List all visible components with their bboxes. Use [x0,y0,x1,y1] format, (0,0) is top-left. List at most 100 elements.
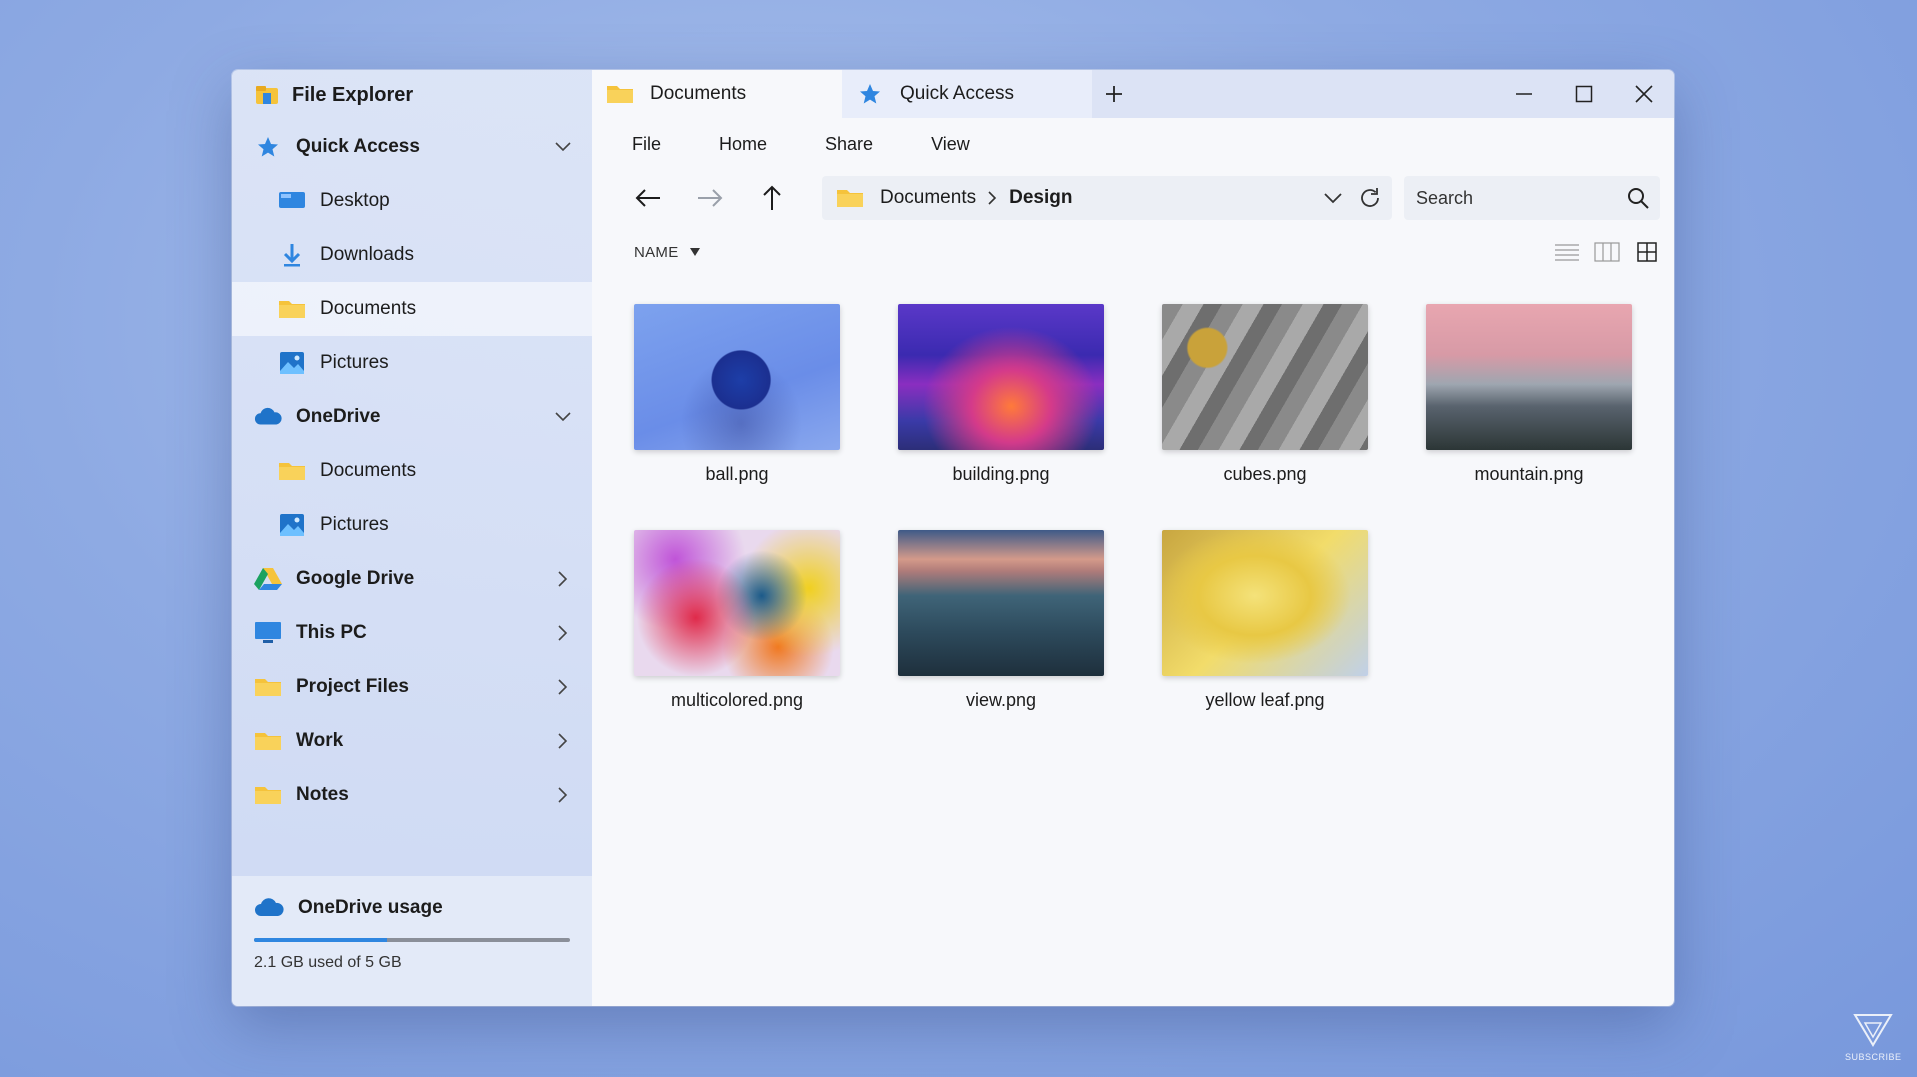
view-bar: NAME [592,226,1674,278]
file-item[interactable]: building.png [898,304,1104,485]
chevron-down-icon[interactable] [552,136,574,158]
file-explorer-icon [256,86,278,104]
download-icon [278,242,306,268]
file-item[interactable]: cubes.png [1162,304,1368,485]
sidebar-item-quick-access[interactable]: Quick Access [232,120,592,174]
thumbnail-view [898,530,1104,676]
search-box [1404,176,1660,220]
grid-view-icon [1637,242,1657,262]
menu-share[interactable]: Share [825,134,873,155]
sidebar-item-label: Google Drive [296,568,415,589]
sidebar-item-label: Project Files [296,676,409,697]
refresh-icon[interactable] [1358,186,1382,210]
chevron-right-icon [988,191,997,205]
breadcrumb-documents[interactable]: Documents [880,187,976,209]
sidebar-item-label: Pictures [320,514,389,535]
pictures-icon [278,512,306,538]
menu-view[interactable]: View [931,134,970,155]
file-item[interactable]: multicolored.png [634,530,840,711]
breadcrumb-design[interactable]: Design [1009,187,1072,209]
sidebar-item-label: Downloads [320,244,414,265]
main-pane: Documents Quick Access File Home Share V… [592,70,1674,1006]
back-button[interactable] [628,178,668,218]
thumbnail-building [898,304,1104,450]
usage-title: OneDrive usage [254,894,570,922]
search-icon[interactable] [1626,186,1650,210]
file-name: mountain.png [1474,464,1584,484]
sidebar-item-onedrive-documents[interactable]: Documents [232,444,592,498]
chevron-right-icon[interactable] [552,568,574,590]
sidebar-item-google-drive[interactable]: Google Drive [232,552,592,606]
close-button[interactable] [1614,70,1674,118]
window-controls [1494,70,1674,118]
file-explorer-window: File Explorer Quick Access Desktop Downl… [232,70,1674,1006]
desktop-icon [278,188,306,214]
list-view-button[interactable] [1554,240,1580,264]
menu-file[interactable]: File [632,134,661,155]
thumbnail-mountain [1426,304,1632,450]
menu-bar: File Home Share View [592,118,1674,170]
file-name: building.png [952,464,1050,484]
pictures-icon [278,350,306,376]
sidebar-item-onedrive-pictures[interactable]: Pictures [232,498,592,552]
menu-home[interactable]: Home [719,134,767,155]
thumbnail-multicolored [634,530,840,676]
new-tab-button[interactable] [1092,70,1136,118]
plus-icon [1106,86,1122,102]
tab-label: Documents [650,83,747,104]
folder-icon [254,728,282,754]
minimize-button[interactable] [1494,70,1554,118]
sidebar-item-label: Desktop [320,190,390,211]
sidebar-item-work[interactable]: Work [232,714,592,768]
columns-view-button[interactable] [1594,240,1620,264]
tab-documents[interactable]: Documents [592,70,842,118]
sidebar-item-label: Notes [296,784,349,805]
forward-button[interactable] [690,178,730,218]
usage-text: 2.1 GB used of 5 GB [254,954,402,971]
caret-down-icon [689,248,700,256]
monitor-icon [254,620,282,646]
chevron-right-icon[interactable] [552,784,574,806]
close-icon [1635,85,1653,103]
sidebar-item-desktop[interactable]: Desktop [232,174,592,228]
file-name: view.png [965,690,1037,710]
chevron-right-icon[interactable] [552,622,574,644]
sidebar-item-pictures[interactable]: Pictures [232,336,592,390]
sort-label: NAME [634,243,679,261]
maximize-button[interactable] [1554,70,1614,118]
sort-by-name-button[interactable]: NAME [634,244,701,261]
address-bar[interactable]: Documents Design [822,176,1392,220]
chevron-right-icon[interactable] [552,676,574,698]
sidebar-item-downloads[interactable]: Downloads [232,228,592,282]
sidebar-item-project-files[interactable]: Project Files [232,660,592,714]
file-name: cubes.png [1223,464,1307,484]
usage-progress-fill [254,938,387,942]
chevron-right-icon[interactable] [552,730,574,752]
chevron-down-icon[interactable] [1322,187,1344,209]
sidebar-item-this-pc[interactable]: This PC [232,606,592,660]
up-button[interactable] [752,178,792,218]
tab-quick-access[interactable]: Quick Access [842,70,1092,118]
folder-icon [278,296,306,322]
sidebar-item-onedrive[interactable]: OneDrive [232,390,592,444]
usage-title-text: OneDrive usage [298,897,443,918]
file-item[interactable]: ball.png [634,304,840,485]
file-item[interactable]: view.png [898,530,1104,711]
arrow-up-icon [763,185,781,210]
star-icon [860,84,880,104]
sidebar: File Explorer Quick Access Desktop Downl… [232,70,592,1006]
subscribe-text: SUBSCRIBE [1845,1052,1902,1062]
thumbnail-cubes [1162,304,1368,450]
chevron-down-icon[interactable] [552,406,574,428]
file-item[interactable]: yellow leaf.png [1162,530,1368,711]
search-input[interactable] [1416,187,1616,209]
sidebar-item-documents[interactable]: Documents [232,282,592,336]
grid-view-button[interactable] [1634,240,1660,264]
sidebar-item-notes[interactable]: Notes [232,768,592,822]
sidebar-item-label: This PC [296,622,367,643]
subscribe-watermark: SUBSCRIBE [1845,1013,1902,1062]
navigation-toolbar: Documents Design [592,170,1674,226]
onedrive-usage-panel: OneDrive usage 2.1 GB used of 5 GB [232,876,592,1006]
file-item[interactable]: mountain.png [1426,304,1632,485]
sidebar-item-label: Work [296,730,344,751]
